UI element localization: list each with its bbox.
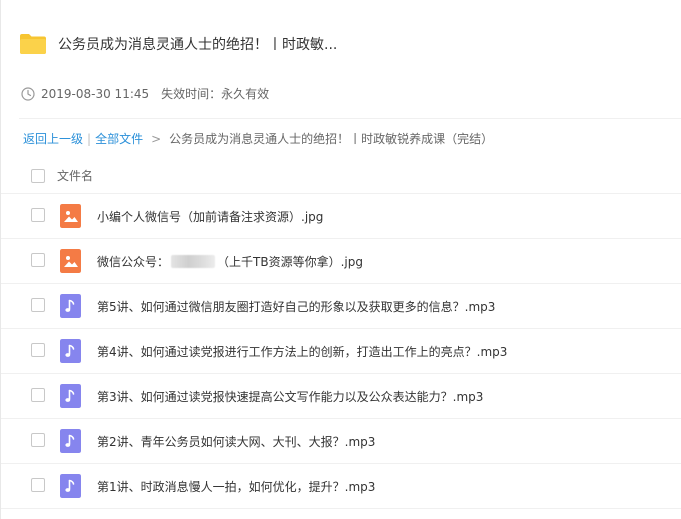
share-header: 公务员成为消息灵通人士的绝招！丨时政敏... <box>19 33 337 55</box>
back-link[interactable]: 返回上一级 <box>23 130 83 147</box>
column-filename[interactable]: 文件名 <box>57 167 93 184</box>
row-checkbox[interactable] <box>31 253 45 267</box>
redacted-text <box>171 255 216 268</box>
audio-file-icon <box>60 429 81 453</box>
breadcrumb-pipe: | <box>87 131 92 146</box>
file-row[interactable]: 第2讲、青年公务员如何读大网、大刊、大报？.mp3 <box>1 419 681 464</box>
select-all-checkbox[interactable] <box>31 169 45 183</box>
row-checkbox[interactable] <box>31 388 45 402</box>
file-row[interactable]: 第3讲、如何通过读党报快速提高公文写作能力以及公众表达能力？.mp3 <box>1 374 681 419</box>
file-list-header: 文件名 <box>1 156 681 194</box>
file-name[interactable]: 小编个人微信号（加前请备注求资源）.jpg <box>97 208 323 225</box>
folder-icon <box>20 34 46 54</box>
file-name-start: 微信公众号： <box>97 255 170 269</box>
file-row[interactable]: 微信公众号： （上千TB资源等你拿）.jpg <box>1 239 681 284</box>
audio-file-icon <box>60 384 81 408</box>
share-title: 公务员成为消息灵通人士的绝招！丨时政敏... <box>58 37 338 53</box>
file-row[interactable]: 小编个人微信号（加前请备注求资源）.jpg <box>1 194 681 239</box>
file-name-end: （上千TB资源等你拿）.jpg <box>217 255 363 269</box>
file-name[interactable]: 第5讲、如何通过微信朋友圈打造好自己的形象以及获取更多的信息？.mp3 <box>97 298 495 315</box>
file-row[interactable]: 第4讲、如何通过读党报进行工作方法上的创新，打造出工作上的亮点？.mp3 <box>1 329 681 374</box>
breadcrumb: 返回上一级 | 全部文件 > 公务员成为消息灵通人士的绝招！丨时政敏锐养成课（完… <box>23 130 493 147</box>
row-checkbox[interactable] <box>31 343 45 357</box>
share-meta: 2019-08-30 11:45 失效时间：永久有效 <box>21 85 269 102</box>
breadcrumb-current: 公务员成为消息灵通人士的绝招！丨时政敏锐养成课（完结） <box>169 132 494 146</box>
row-checkbox[interactable] <box>31 478 45 492</box>
file-name[interactable]: 第2讲、青年公务员如何读大网、大刊、大报？.mp3 <box>97 433 375 450</box>
clock-icon <box>21 86 35 101</box>
all-files-link[interactable]: 全部文件 <box>95 130 143 147</box>
row-checkbox[interactable] <box>31 208 45 222</box>
file-name[interactable]: 第4讲、如何通过读党报进行工作方法上的创新，打造出工作上的亮点？.mp3 <box>97 343 507 360</box>
row-checkbox[interactable] <box>31 433 45 447</box>
row-checkbox[interactable] <box>31 298 45 312</box>
audio-file-icon <box>60 339 81 363</box>
audio-file-icon <box>60 294 81 318</box>
file-name[interactable]: 微信公众号： （上千TB资源等你拿）.jpg <box>97 253 363 270</box>
file-name[interactable]: 第3讲、如何通过读党报快速提高公文写作能力以及公众表达能力？.mp3 <box>97 388 483 405</box>
file-row[interactable]: 第5讲、如何通过微信朋友圈打造好自己的形象以及获取更多的信息？.mp3 <box>1 284 681 329</box>
divider <box>19 118 681 119</box>
expire-time: 失效时间：永久有效 <box>161 87 270 101</box>
share-page: 公务员成为消息灵通人士的绝招！丨时政敏... 2019-08-30 11:45 … <box>0 0 681 519</box>
file-list: 小编个人微信号（加前请备注求资源）.jpg 微信公众号： （上千TB资源等你拿）… <box>1 194 681 509</box>
file-row[interactable]: 第1讲、时政消息慢人一拍，如何优化，提升？.mp3 <box>1 464 681 509</box>
audio-file-icon <box>60 474 81 498</box>
image-file-icon <box>60 249 81 273</box>
created-time: 2019-08-30 11:45 <box>41 86 150 101</box>
file-name[interactable]: 第1讲、时政消息慢人一拍，如何优化，提升？.mp3 <box>97 478 375 495</box>
breadcrumb-arrow: > <box>151 131 162 146</box>
image-file-icon <box>60 204 81 228</box>
